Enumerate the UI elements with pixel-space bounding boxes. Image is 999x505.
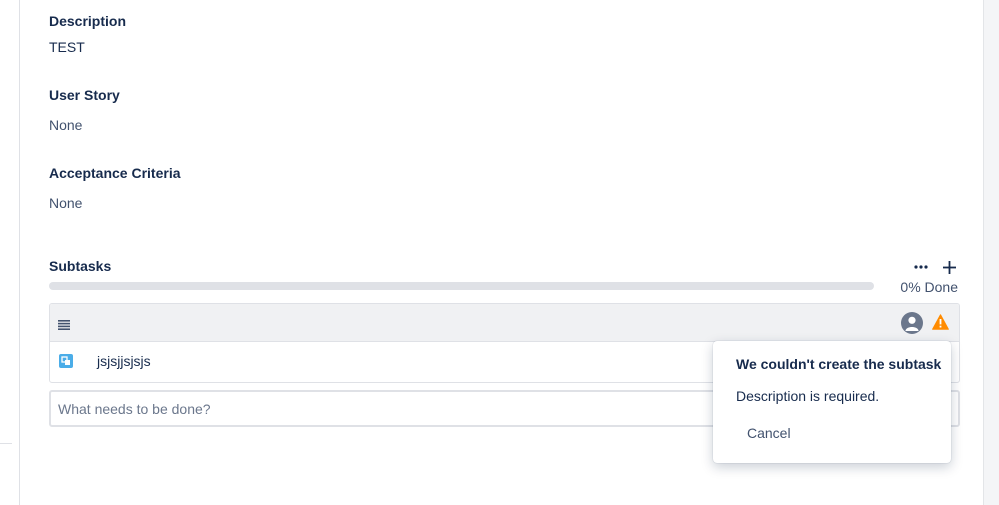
error-message: Description is required.	[736, 388, 880, 404]
cancel-button[interactable]: Cancel	[735, 421, 803, 445]
description-label: Description	[49, 13, 127, 29]
progress-bar	[49, 282, 874, 290]
user-story-value[interactable]: None	[49, 117, 82, 133]
error-popover: We couldn't create the subtask Descripti…	[713, 341, 951, 463]
subtask-name[interactable]: jsjsjjsjsjs	[97, 353, 151, 369]
acceptance-criteria-label: Acceptance Criteria	[49, 165, 181, 181]
warning-icon[interactable]	[932, 314, 949, 335]
more-horizontal-icon[interactable]	[910, 257, 932, 277]
description-value[interactable]: TEST	[49, 39, 85, 55]
progress-text: 0% Done	[900, 279, 958, 295]
subtask-list-header	[50, 304, 959, 342]
scrollbar[interactable]	[983, 0, 999, 505]
subtasks-title: Subtasks	[49, 258, 112, 274]
subtasks-progress: 0% Done	[49, 279, 960, 295]
user-story-label: User Story	[49, 87, 120, 103]
error-title: We couldn't create the subtask	[736, 356, 942, 372]
left-panel-edge	[0, 0, 20, 505]
unassigned-avatar-icon[interactable]	[901, 312, 923, 339]
left-panel-divider	[0, 443, 12, 444]
hamburger-icon[interactable]	[58, 317, 70, 335]
plus-icon[interactable]	[938, 257, 960, 277]
subtasks-header: Subtasks	[49, 257, 960, 277]
subtask-icon	[59, 354, 73, 368]
acceptance-criteria-value[interactable]: None	[49, 195, 82, 211]
